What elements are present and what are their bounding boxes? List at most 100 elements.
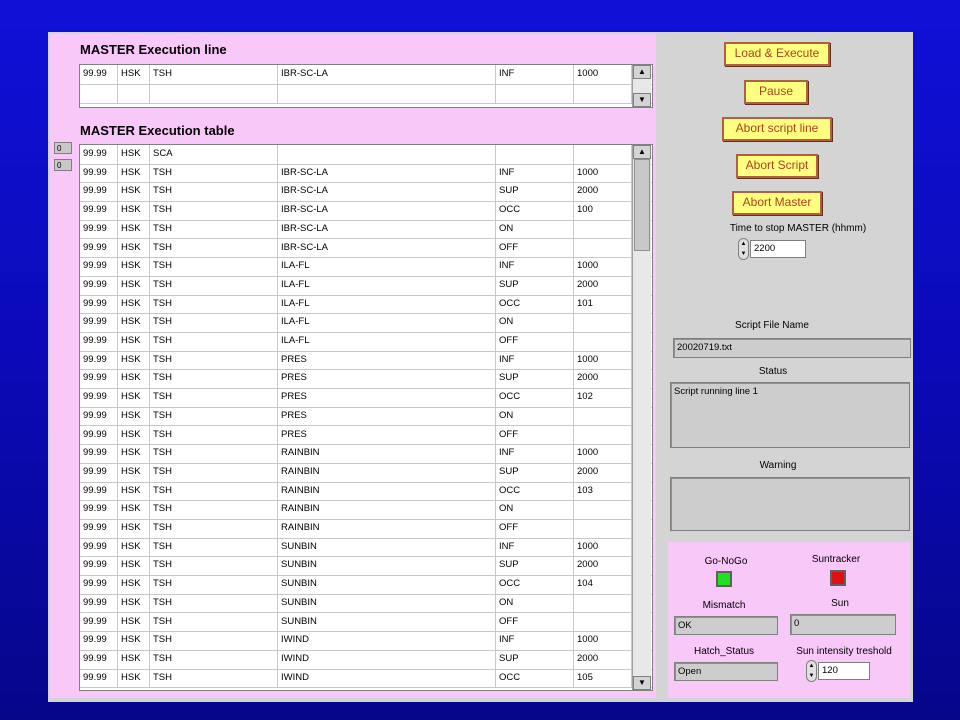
table-row[interactable]: 99.99 HSK TSH SUNBIN OFF bbox=[80, 612, 652, 633]
table-cell[interactable]: SUP bbox=[496, 556, 574, 576]
table-cell[interactable]: TSH bbox=[150, 257, 278, 276]
table-row[interactable]: 99.99 HSK TSH RAINBIN OCC 103 bbox=[80, 481, 652, 502]
table-cell[interactable]: 2000 bbox=[574, 369, 632, 389]
table-cell[interactable]: 99.99 bbox=[80, 537, 118, 557]
table-cell[interactable]: OCC bbox=[496, 668, 574, 688]
table-cell[interactable]: HSK bbox=[118, 444, 150, 463]
table-cell[interactable]: HSK bbox=[118, 593, 150, 613]
table-cell[interactable]: TSH bbox=[150, 332, 278, 351]
table-cell[interactable]: HSK bbox=[118, 388, 150, 407]
table-cell[interactable]: HSK bbox=[118, 350, 150, 370]
table-cell[interactable]: TSH bbox=[150, 182, 278, 202]
table-cell[interactable]: 2000 bbox=[574, 462, 632, 482]
table-cell[interactable]: SUNBIN bbox=[278, 556, 496, 576]
table-row[interactable]: 99.99 HSK TSH IBR-SC-LA SUP 2000 bbox=[80, 182, 652, 203]
scroll-down-icon[interactable]: ▼ bbox=[633, 93, 651, 107]
table-cell[interactable]: TSH bbox=[150, 462, 278, 482]
table-cell[interactable]: 104 bbox=[574, 575, 632, 594]
execution-table-grid[interactable]: 99.99 HSK SCA 99.99 HSK TSH IBR-SC-LA INF 1000 99… bbox=[79, 144, 653, 691]
table-cell[interactable]: 99.99 bbox=[80, 350, 118, 370]
scroll-up-icon[interactable]: ▲ bbox=[633, 65, 651, 79]
table-cell[interactable]: ON bbox=[496, 593, 574, 613]
table-cell[interactable]: TSH bbox=[150, 369, 278, 389]
table-cell[interactable]: 1000 bbox=[574, 163, 632, 183]
table-cell[interactable]: IBR-SC-LA bbox=[278, 238, 496, 258]
table-cell[interactable]: HSK bbox=[118, 201, 150, 220]
table-cell[interactable] bbox=[574, 612, 632, 632]
abort-master-button[interactable]: Abort Master bbox=[732, 191, 822, 215]
table-cell[interactable]: SUP bbox=[496, 462, 574, 482]
table-cell[interactable]: HSK bbox=[118, 519, 150, 538]
table-row[interactable]: 99.99 HSK TSH PRES OCC 102 bbox=[80, 388, 652, 408]
scroll-down-icon[interactable]: ▼ bbox=[633, 676, 651, 690]
stop-time-input[interactable]: 2200 bbox=[750, 240, 806, 258]
table-cell[interactable]: HSK bbox=[118, 332, 150, 351]
table-cell[interactable]: 99.99 bbox=[80, 182, 118, 202]
execution-line-scrollbar[interactable]: ▲ ▼ bbox=[632, 65, 651, 107]
table-cell[interactable]: HSK bbox=[118, 462, 150, 482]
table-cell[interactable]: SUNBIN bbox=[278, 537, 496, 557]
table-cell[interactable]: IBR-SC-LA bbox=[278, 201, 496, 220]
table-row[interactable]: 99.99 HSK TSH SUNBIN OCC 104 bbox=[80, 575, 652, 595]
table-cell[interactable]: HSK bbox=[118, 425, 150, 445]
table-cell[interactable]: ILA-FL bbox=[278, 275, 496, 295]
table-cell[interactable]: 1000 bbox=[574, 631, 632, 650]
table-cell[interactable]: TSH bbox=[150, 238, 278, 258]
table-cell[interactable]: HSK bbox=[118, 369, 150, 389]
table-cell[interactable]: TSH bbox=[150, 350, 278, 370]
table-cell[interactable]: 1000 bbox=[574, 257, 632, 276]
table-cell[interactable]: TSH bbox=[150, 631, 278, 650]
table-cell[interactable] bbox=[574, 313, 632, 332]
table-cell[interactable]: PRES bbox=[278, 406, 496, 426]
table-row[interactable]: 99.99 HSK TSH IBR-SC-LA INF 1000 bbox=[80, 65, 652, 85]
table-cell[interactable]: ILA-FL bbox=[278, 313, 496, 332]
table-cell[interactable]: SUNBIN bbox=[278, 612, 496, 632]
status-field[interactable]: Script running line 1 bbox=[670, 382, 910, 448]
table-row[interactable]: 99.99 HSK TSH SUNBIN ON bbox=[80, 593, 652, 614]
table-cell[interactable]: OCC bbox=[496, 481, 574, 501]
table-cell[interactable]: HSK bbox=[118, 556, 150, 576]
table-cell[interactable]: 99.99 bbox=[80, 668, 118, 688]
table-cell[interactable]: 2000 bbox=[574, 649, 632, 669]
table-cell[interactable]: INF bbox=[496, 257, 574, 276]
table-cell[interactable]: 99.99 bbox=[80, 519, 118, 538]
table-cell[interactable]: 99.99 bbox=[80, 65, 118, 84]
table-row[interactable]: 99.99 HSK TSH SUNBIN SUP 2000 bbox=[80, 556, 652, 577]
table-cell[interactable]: 99.99 bbox=[80, 369, 118, 389]
table-cell[interactable]: SUP bbox=[496, 369, 574, 389]
scroll-thumb[interactable] bbox=[634, 159, 650, 251]
table-cell[interactable]: OCC bbox=[496, 294, 574, 314]
table-cell[interactable]: 103 bbox=[574, 481, 632, 501]
table-cell[interactable]: HSK bbox=[118, 257, 150, 276]
table-cell[interactable]: 100 bbox=[574, 201, 632, 220]
table-row[interactable]: 99.99 HSK TSH ILA-FL SUP 2000 bbox=[80, 275, 652, 296]
table-cell[interactable]: 99.99 bbox=[80, 294, 118, 314]
table-row[interactable]: 99.99 HSK TSH RAINBIN SUP 2000 bbox=[80, 462, 652, 483]
table-row[interactable]: 99.99 HSK TSH PRES INF 1000 bbox=[80, 350, 652, 371]
table-cell[interactable]: 99.99 bbox=[80, 462, 118, 482]
table-cell[interactable]: OCC bbox=[496, 388, 574, 407]
table-cell[interactable]: IBR-SC-LA bbox=[278, 163, 496, 183]
abort-script-button[interactable]: Abort Script bbox=[736, 154, 818, 178]
table-row[interactable]: 99.99 HSK TSH ILA-FL OCC 101 bbox=[80, 294, 652, 315]
table-cell[interactable]: ON bbox=[496, 313, 574, 332]
sun-threshold-spinner-icon[interactable]: ▲ ▼ bbox=[806, 660, 817, 682]
table-cell[interactable]: 99.99 bbox=[80, 219, 118, 239]
table-cell[interactable]: SUP bbox=[496, 649, 574, 669]
table-cell[interactable]: 99.99 bbox=[80, 145, 118, 164]
column-index-field[interactable]: 0 bbox=[54, 159, 72, 171]
table-cell[interactable]: SUNBIN bbox=[278, 575, 496, 594]
table-cell[interactable]: RAINBIN bbox=[278, 519, 496, 538]
table-cell[interactable]: 99.99 bbox=[80, 275, 118, 295]
table-cell[interactable]: 99.99 bbox=[80, 163, 118, 183]
table-cell[interactable] bbox=[496, 145, 574, 164]
table-cell[interactable]: TSH bbox=[150, 556, 278, 576]
table-cell[interactable]: 1000 bbox=[574, 350, 632, 370]
table-cell[interactable]: HSK bbox=[118, 238, 150, 258]
table-cell[interactable]: TSH bbox=[150, 575, 278, 594]
table-cell[interactable]: TSH bbox=[150, 425, 278, 445]
abort-script-line-button[interactable]: Abort script line bbox=[722, 117, 832, 141]
table-cell[interactable]: TSH bbox=[150, 294, 278, 314]
table-row[interactable] bbox=[80, 84, 652, 104]
table-cell[interactable]: TSH bbox=[150, 444, 278, 463]
